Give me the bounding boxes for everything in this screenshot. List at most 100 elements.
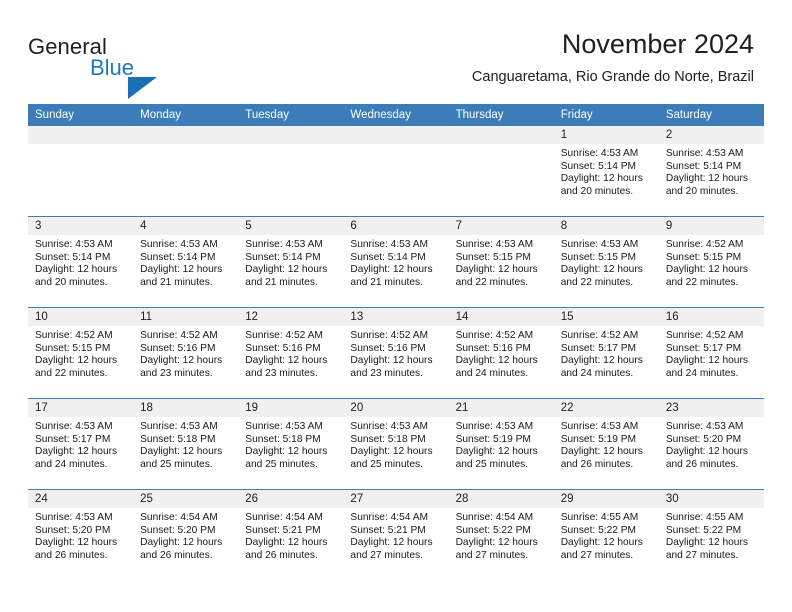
- day-cell[interactable]: 18 Sunrise: 4:53 AM Sunset: 5:18 PM Dayligh…: [133, 398, 239, 490]
- sunrise-text: Sunrise: 4:52 AM: [350, 330, 429, 341]
- day-sun-info: Sunrise: 4:55 AM Sunset: 5:22 PM Daylight:…: [554, 508, 659, 562]
- day-cell-empty: [238, 126, 344, 217]
- day-cell[interactable]: 9 Sunrise: 4:52 AM Sunset: 5:15 PM Daylight…: [658, 216, 764, 308]
- day-number: 14: [448, 308, 554, 326]
- day-cell[interactable]: 25 Sunrise: 4:54 AM Sunset: 5:20 PM Dayligh…: [133, 489, 239, 580]
- day-cell[interactable]: 15 Sunrise: 4:52 AM Sunset: 5:17 PM Dayligh…: [553, 307, 659, 399]
- day-cell[interactable]: 11 Sunrise: 4:52 AM Sunset: 5:16 PM Dayligh…: [133, 307, 239, 399]
- day-number: 2: [658, 126, 764, 144]
- day-cell-inner: 8 Sunrise: 4:53 AM Sunset: 5:15 PM Daylight…: [553, 217, 659, 307]
- day-cell[interactable]: 21 Sunrise: 4:53 AM Sunset: 5:19 PM Dayligh…: [448, 398, 554, 490]
- daylight-text: Daylight: 12 hours and 21 minutes.: [245, 264, 328, 288]
- sunset-text: Sunset: 5:16 PM: [455, 342, 531, 354]
- day-cell[interactable]: 3 Sunrise: 4:53 AM Sunset: 5:14 PM Daylight…: [28, 216, 134, 308]
- sunrise-text: Sunrise: 4:53 AM: [140, 421, 218, 432]
- day-cell[interactable]: 26 Sunrise: 4:54 AM Sunset: 5:21 PM Dayligh…: [238, 489, 344, 580]
- day-cell[interactable]: 24 Sunrise: 4:53 AM Sunset: 5:20 PM Dayligh…: [28, 489, 134, 580]
- day-number: [28, 126, 134, 144]
- day-cell-inner: 24 Sunrise: 4:53 AM Sunset: 5:20 PM Dayligh…: [28, 490, 134, 580]
- day-cell[interactable]: 19 Sunrise: 4:53 AM Sunset: 5:18 PM Dayligh…: [238, 398, 344, 490]
- day-cell[interactable]: 10 Sunrise: 4:52 AM Sunset: 5:15 PM Dayligh…: [28, 307, 134, 399]
- day-cell[interactable]: 2 Sunrise: 4:53 AM Sunset: 5:14 PM Daylight…: [658, 126, 764, 217]
- day-cell[interactable]: 20 Sunrise: 4:53 AM Sunset: 5:18 PM Dayligh…: [343, 398, 449, 490]
- sunset-text: Sunset: 5:14 PM: [245, 251, 321, 263]
- calendar-week-row: 1 Sunrise: 4:53 AM Sunset: 5:14 PM Daylight…: [28, 126, 764, 217]
- day-cell[interactable]: 7 Sunrise: 4:53 AM Sunset: 5:15 PM Daylight…: [448, 216, 554, 308]
- day-cell-inner: 27 Sunrise: 4:54 AM Sunset: 5:21 PM Dayligh…: [343, 490, 449, 580]
- day-sun-info: Sunrise: 4:53 AM Sunset: 5:14 PM Daylight:…: [238, 235, 343, 289]
- day-cell-inner: 2 Sunrise: 4:53 AM Sunset: 5:14 PM Daylight…: [658, 126, 764, 216]
- sunrise-text: Sunrise: 4:55 AM: [560, 512, 639, 523]
- sunset-text: Sunset: 5:19 PM: [560, 433, 637, 445]
- day-number: [343, 126, 449, 144]
- sunrise-text: Sunrise: 4:53 AM: [455, 421, 534, 432]
- daylight-text: Daylight: 12 hours and 26 minutes.: [560, 446, 643, 470]
- day-cell-inner: [238, 126, 344, 216]
- calendar-week-row: 3 Sunrise: 4:53 AM Sunset: 5:14 PM Daylight…: [28, 216, 764, 308]
- sunset-text: Sunset: 5:14 PM: [350, 251, 426, 263]
- day-cell[interactable]: 23 Sunrise: 4:53 AM Sunset: 5:20 PM Dayligh…: [658, 398, 764, 490]
- day-cell[interactable]: 4 Sunrise: 4:53 AM Sunset: 5:14 PM Daylight…: [133, 216, 239, 308]
- day-sun-info: Sunrise: 4:52 AM Sunset: 5:16 PM Daylight:…: [343, 326, 448, 380]
- sunrise-text: Sunrise: 4:52 AM: [665, 239, 744, 250]
- day-number: 22: [553, 399, 659, 417]
- day-cell-empty: [133, 126, 239, 217]
- day-sun-info: Sunrise: 4:54 AM Sunset: 5:21 PM Daylight:…: [343, 508, 448, 562]
- daylight-text: Daylight: 12 hours and 20 minutes.: [35, 264, 118, 288]
- day-cell[interactable]: 22 Sunrise: 4:53 AM Sunset: 5:19 PM Dayligh…: [553, 398, 659, 490]
- sunset-text: Sunset: 5:18 PM: [245, 433, 321, 445]
- page-title: November 2024: [561, 29, 754, 59]
- day-sun-info: Sunrise: 4:52 AM Sunset: 5:16 PM Daylight:…: [133, 326, 238, 380]
- daylight-text: Daylight: 12 hours and 25 minutes.: [350, 446, 433, 470]
- sunset-text: Sunset: 5:22 PM: [455, 524, 531, 536]
- daylight-text: Daylight: 12 hours and 22 minutes.: [455, 264, 538, 288]
- sunrise-text: Sunrise: 4:53 AM: [560, 239, 639, 250]
- day-cell-inner: 26 Sunrise: 4:54 AM Sunset: 5:21 PM Dayligh…: [238, 490, 344, 580]
- day-sun-info: Sunrise: 4:52 AM Sunset: 5:17 PM Daylight:…: [659, 326, 764, 380]
- day-sun-info: Sunrise: 4:53 AM Sunset: 5:17 PM Daylight:…: [28, 417, 133, 471]
- generalblue-logo[interactable]: General Blue: [28, 34, 168, 99]
- day-cell[interactable]: 17 Sunrise: 4:53 AM Sunset: 5:17 PM Dayligh…: [28, 398, 134, 490]
- day-number: 17: [28, 399, 134, 417]
- day-cell[interactable]: 12 Sunrise: 4:52 AM Sunset: 5:16 PM Dayligh…: [238, 307, 344, 399]
- day-cell[interactable]: 27 Sunrise: 4:54 AM Sunset: 5:21 PM Dayligh…: [343, 489, 449, 580]
- day-cell[interactable]: 8 Sunrise: 4:53 AM Sunset: 5:15 PM Daylight…: [553, 216, 659, 308]
- day-cell[interactable]: 6 Sunrise: 4:53 AM Sunset: 5:14 PM Daylight…: [343, 216, 449, 308]
- day-cell[interactable]: 13 Sunrise: 4:52 AM Sunset: 5:16 PM Dayligh…: [343, 307, 449, 399]
- day-cell[interactable]: 1 Sunrise: 4:53 AM Sunset: 5:14 PM Daylight…: [553, 126, 659, 217]
- sunrise-text: Sunrise: 4:55 AM: [665, 512, 744, 523]
- daylight-text: Daylight: 12 hours and 24 minutes.: [560, 355, 643, 379]
- day-number: 8: [553, 217, 659, 235]
- day-cell-inner: 4 Sunrise: 4:53 AM Sunset: 5:14 PM Daylight…: [133, 217, 239, 307]
- sunset-text: Sunset: 5:20 PM: [35, 524, 111, 536]
- sunrise-text: Sunrise: 4:52 AM: [560, 330, 639, 341]
- day-number: 20: [343, 399, 449, 417]
- calendar-header-row: Sunday Monday Tuesday Wednesday Thursday Frid…: [28, 104, 764, 126]
- day-number: 24: [28, 490, 134, 508]
- sunset-text: Sunset: 5:20 PM: [140, 524, 216, 536]
- sunset-text: Sunset: 5:15 PM: [455, 251, 531, 263]
- daylight-text: Daylight: 12 hours and 26 minutes.: [140, 537, 223, 561]
- sunset-text: Sunset: 5:18 PM: [140, 433, 216, 445]
- weekday-header-monday: Monday: [133, 104, 239, 126]
- daylight-text: Daylight: 12 hours and 27 minutes.: [455, 537, 538, 561]
- day-cell[interactable]: 16 Sunrise: 4:52 AM Sunset: 5:17 PM Dayligh…: [658, 307, 764, 399]
- day-sun-info: Sunrise: 4:52 AM Sunset: 5:17 PM Daylight:…: [554, 326, 659, 380]
- day-sun-info: Sunrise: 4:54 AM Sunset: 5:22 PM Daylight:…: [449, 508, 554, 562]
- day-cell[interactable]: 29 Sunrise: 4:55 AM Sunset: 5:22 PM Dayligh…: [553, 489, 659, 580]
- day-cell[interactable]: 28 Sunrise: 4:54 AM Sunset: 5:22 PM Dayligh…: [448, 489, 554, 580]
- calendar-body: 1 Sunrise: 4:53 AM Sunset: 5:14 PM Daylight…: [28, 126, 764, 580]
- page-subtitle: Canguaretama, Rio Grande do Norte, Brazi…: [471, 69, 754, 85]
- day-cell[interactable]: 5 Sunrise: 4:53 AM Sunset: 5:14 PM Daylight…: [238, 216, 344, 308]
- sunset-text: Sunset: 5:15 PM: [665, 251, 742, 263]
- day-cell-inner: [448, 126, 554, 216]
- day-number: [448, 126, 554, 144]
- weekday-header-friday: Friday: [553, 104, 659, 126]
- day-cell-inner: [133, 126, 239, 216]
- sunset-text: Sunset: 5:15 PM: [35, 342, 111, 354]
- day-cell[interactable]: 14 Sunrise: 4:52 AM Sunset: 5:16 PM Dayligh…: [448, 307, 554, 399]
- daylight-text: Daylight: 12 hours and 23 minutes.: [140, 355, 223, 379]
- day-cell[interactable]: 30 Sunrise: 4:55 AM Sunset: 5:22 PM Dayligh…: [658, 489, 764, 580]
- weekday-header-saturday: Saturday: [658, 104, 764, 126]
- sunrise-text: Sunrise: 4:53 AM: [665, 421, 744, 432]
